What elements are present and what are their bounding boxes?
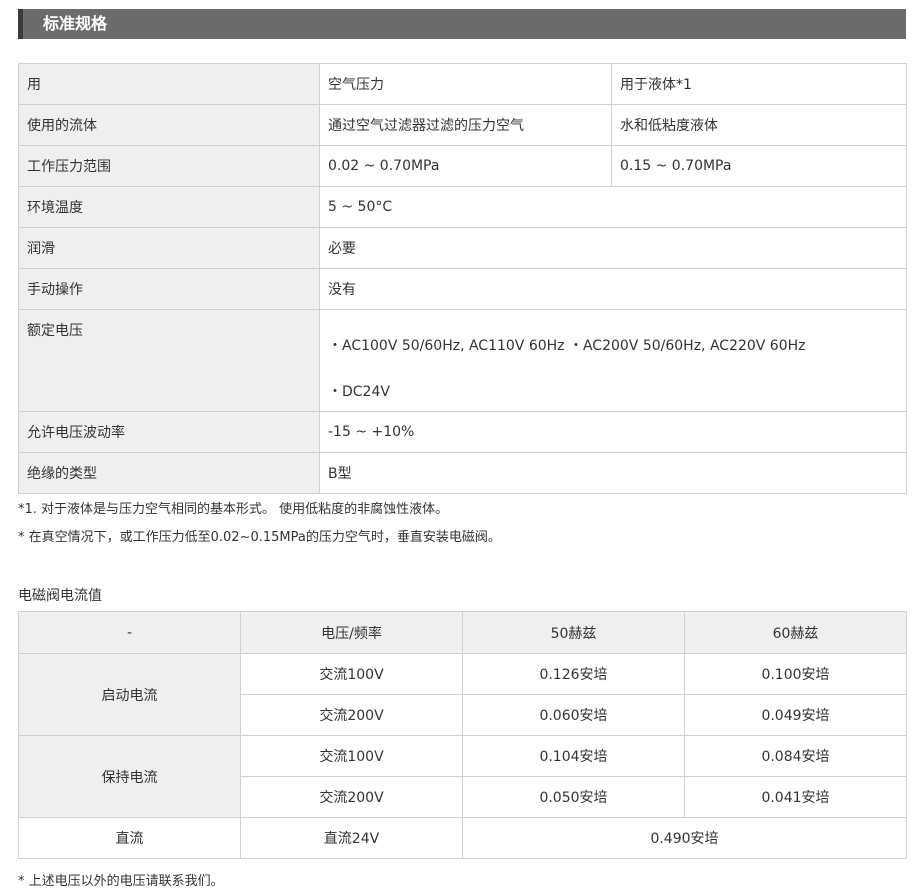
spec-insulation-value: B型 [319, 452, 907, 494]
current-header-dash: - [18, 611, 241, 654]
section-header-standard-specs: 标准规格 [18, 9, 906, 39]
spec-label-fluid: 使用的流体 [18, 104, 320, 146]
spec-pressure-liquid: 0.15 ~ 0.70MPa [611, 145, 907, 187]
spec-label-manual-operation: 手动操作 [18, 268, 320, 310]
current-voltage: 交流100V [240, 653, 463, 695]
dc-label: 直流 [18, 817, 241, 859]
spec-row-rated-voltage: 额定电压 ・AC100V 50/60Hz, AC110V 60Hz ・AC200… [18, 309, 907, 412]
spec-rated-voltage-cell: ・AC100V 50/60Hz, AC110V 60Hz ・AC200V 50/… [319, 309, 907, 412]
section-title: 标准规格 [43, 14, 108, 33]
current-60hz: 0.084安培 [684, 735, 907, 777]
spec-row-lubrication: 润滑 必要 [18, 227, 907, 269]
current-header-voltage: 电压/频率 [240, 611, 463, 654]
spec-col-air-pressure: 空气压力 [319, 63, 612, 105]
current-60hz: 0.049安培 [684, 694, 907, 736]
spec-row-manual-operation: 手动操作 没有 [18, 268, 907, 310]
spec-row-pressure: 工作压力范围 0.02 ~ 0.70MPa 0.15 ~ 0.70MPa [18, 145, 907, 187]
rated-voltage-ac-line: ・AC100V 50/60Hz, AC110V 60Hz ・AC200V 50/… [328, 337, 806, 354]
current-voltage: 交流100V [240, 735, 463, 777]
spec-lubrication-value: 必要 [319, 227, 907, 269]
current-voltage: 交流200V [240, 694, 463, 736]
spec-col-liquid: 用于液体*1 [611, 63, 907, 105]
note-vacuum: * 在真空情况下，或工作压力低至0.02~0.15MPa的压力空气时，垂直安装电… [18, 530, 501, 545]
spec-label-pressure: 工作压力范围 [18, 145, 320, 187]
current-60hz: 0.100安培 [684, 653, 907, 695]
current-50hz: 0.104安培 [462, 735, 685, 777]
spec-row-insulation: 绝缘的类型 B型 [18, 452, 907, 494]
current-header-50hz: 50赫兹 [462, 611, 685, 654]
current-row: 保持电流 交流100V 0.104安培 0.084安培 [18, 735, 907, 818]
note-liquid: *1. 对于液体是与压力空气相同的基本形式。 使用低粘度的非腐蚀性液体。 [18, 502, 449, 517]
spec-row-voltage-fluctuation: 允许电压波动率 -15 ~ +10% [18, 411, 907, 453]
current-header-60hz: 60赫兹 [684, 611, 907, 654]
spec-fluid-air: 通过空气过滤器过滤的压力空气 [319, 104, 612, 146]
spec-ambient-temp-value: 5 ~ 50°C [319, 186, 907, 228]
spec-pressure-air: 0.02 ~ 0.70MPa [319, 145, 612, 187]
spec-label-insulation: 绝缘的类型 [18, 452, 320, 494]
current-row: 启动电流 交流100V 0.126安培 0.100安培 [18, 653, 907, 736]
current-50hz: 0.050安培 [462, 776, 685, 818]
spec-fluid-liquid: 水和低粘度液体 [611, 104, 907, 146]
current-50hz: 0.060安培 [462, 694, 685, 736]
spec-voltage-fluctuation-value: -15 ~ +10% [319, 411, 907, 453]
spec-row-header: 用 空气压力 用于液体*1 [18, 63, 907, 105]
rated-voltage-dc-line: ・DC24V [328, 383, 390, 400]
startup-current-label: 启动电流 [18, 653, 241, 736]
spec-row-ambient-temp: 环境温度 5 ~ 50°C [18, 186, 907, 228]
spec-label-lubrication: 润滑 [18, 227, 320, 269]
current-section-title: 电磁阀电流值 [18, 588, 102, 604]
dc-voltage: 直流24V [240, 817, 463, 859]
spec-label-voltage-fluctuation: 允许电压波动率 [18, 411, 320, 453]
spec-label-ambient-temp: 环境温度 [18, 186, 320, 228]
dc-current-value: 0.490安培 [462, 817, 907, 859]
spec-table: 用 空气压力 用于液体*1 使用的流体 通过空气过滤器过滤的压力空气 水和低粘度… [18, 63, 907, 494]
current-header-row: - 电压/频率 50赫兹 60赫兹 [18, 611, 907, 654]
spec-label-use: 用 [18, 63, 320, 105]
current-50hz: 0.126安培 [462, 653, 685, 695]
holding-current-label: 保持电流 [18, 735, 241, 818]
spec-row-fluid: 使用的流体 通过空气过滤器过滤的压力空气 水和低粘度液体 [18, 104, 907, 146]
current-voltage: 交流200V [240, 776, 463, 818]
spec-label-rated-voltage: 额定电压 [18, 309, 320, 412]
footnote-contact: * 上述电压以外的电压请联系我们。 [18, 874, 224, 889]
current-row-dc: 直流 直流24V 0.490安培 [18, 817, 907, 859]
spec-manual-operation-value: 没有 [319, 268, 907, 310]
current-60hz: 0.041安培 [684, 776, 907, 818]
current-table: - 电压/频率 50赫兹 60赫兹 启动电流 交流100V 0.126安培 0.… [18, 611, 907, 859]
